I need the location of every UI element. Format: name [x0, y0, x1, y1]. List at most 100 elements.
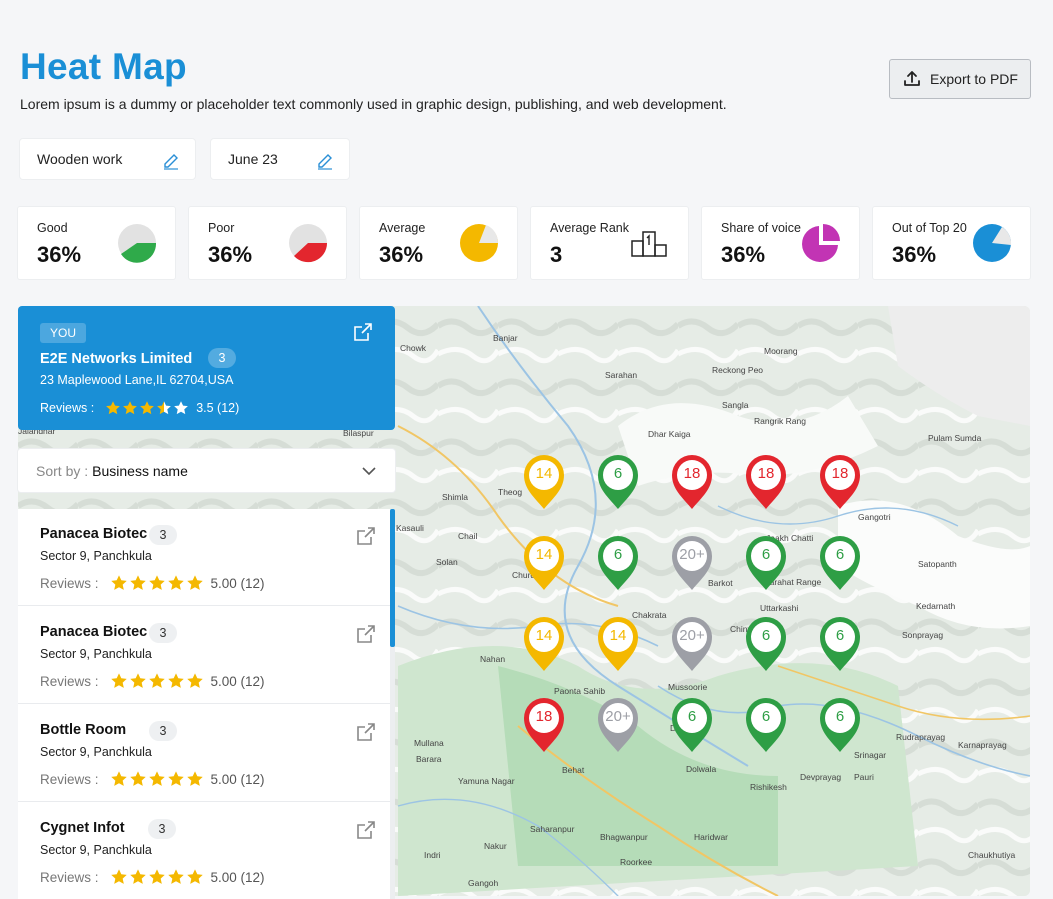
- external-link-icon[interactable]: [356, 526, 376, 546]
- rating-value: 5.00 (12): [210, 771, 265, 787]
- rank-badge: 3: [148, 819, 176, 839]
- pin-rank-label: 6: [761, 546, 771, 563]
- heat-map-pin[interactable]: 14: [522, 534, 566, 592]
- rating-value: 3.5 (12): [196, 401, 240, 415]
- category-filter[interactable]: Wooden work: [20, 139, 195, 179]
- heat-map-pin[interactable]: 6: [670, 696, 714, 754]
- svg-text:Karnaprayag: Karnaprayag: [958, 740, 1007, 750]
- reviews-row: Reviews : 3.5 (12): [40, 400, 239, 416]
- map-pin-icon: [746, 536, 786, 590]
- sort-value: Business name: [92, 462, 188, 479]
- heat-map-pin[interactable]: 6: [818, 534, 862, 592]
- map-pin-icon: [672, 698, 712, 752]
- map-pin-icon: [820, 617, 860, 671]
- pin-rank-label: 18: [535, 708, 553, 725]
- svg-text:Mussoorie: Mussoorie: [668, 682, 707, 692]
- svg-text:Dolwala: Dolwala: [686, 764, 717, 774]
- map-pin-icon: [524, 455, 564, 509]
- heat-map-pin[interactable]: 6: [744, 615, 788, 673]
- rank-badge: 3: [149, 623, 177, 643]
- edit-icon[interactable]: [315, 150, 335, 170]
- date-filter[interactable]: June 23: [211, 139, 349, 179]
- reviews-label: Reviews :: [40, 401, 95, 415]
- svg-text:Bhagwanpur: Bhagwanpur: [600, 832, 648, 842]
- pin-rank-label: 18: [831, 465, 849, 482]
- list-item[interactable]: Panacea Biotec 3 Sector 9, Panchkula Rev…: [18, 509, 390, 606]
- heat-map-pin[interactable]: 14: [522, 615, 566, 673]
- heat-map-pin[interactable]: 18: [670, 453, 714, 511]
- svg-text:Gangoh: Gangoh: [468, 878, 499, 888]
- reviews-label: Reviews :: [40, 575, 99, 591]
- export-pdf-button[interactable]: Export to PDF: [889, 59, 1031, 99]
- export-pdf-label: Export to PDF: [930, 71, 1018, 87]
- heat-map-pin[interactable]: 6: [596, 453, 640, 511]
- page-subtitle: Lorem ipsum is a dummy or placeholder te…: [20, 96, 727, 112]
- heat-map-pin[interactable]: 14: [596, 615, 640, 673]
- heat-map-pin[interactable]: 6: [744, 696, 788, 754]
- map-pin-icon: [598, 698, 638, 752]
- heat-map-pin[interactable]: 6: [596, 534, 640, 592]
- heat-map-pin[interactable]: 14: [522, 453, 566, 511]
- business-address: Sector 9, Panchkula: [40, 745, 152, 759]
- map-pin-icon: [598, 536, 638, 590]
- external-link-icon[interactable]: [356, 624, 376, 644]
- svg-text:Behat: Behat: [562, 765, 585, 775]
- edit-icon[interactable]: [161, 150, 181, 170]
- svg-text:Dhar Kaiga: Dhar Kaiga: [648, 429, 691, 439]
- external-link-icon[interactable]: [356, 722, 376, 742]
- category-filter-value: Wooden work: [37, 151, 123, 167]
- star-icon: [148, 673, 165, 688]
- star-rating: [105, 400, 189, 416]
- heat-map-pin[interactable]: 18: [744, 453, 788, 511]
- star-rating: [110, 868, 204, 886]
- business-address: Sector 9, Panchkula: [40, 549, 152, 563]
- chevron-down-icon: [362, 467, 376, 476]
- star-icon: [186, 869, 203, 884]
- svg-text:Shimla: Shimla: [442, 492, 468, 502]
- svg-text:Barara: Barara: [416, 754, 442, 764]
- scrollbar-thumb[interactable]: [390, 509, 395, 647]
- pin-rank-label: 14: [535, 546, 553, 563]
- heat-map-pin[interactable]: 6: [818, 615, 862, 673]
- svg-text:Gangotri: Gangotri: [858, 512, 891, 522]
- sort-dropdown[interactable]: Sort by : Business name: [18, 449, 395, 492]
- business-list[interactable]: Panacea Biotec 3 Sector 9, Panchkula Rev…: [18, 509, 395, 899]
- stat-value: 36%: [892, 242, 937, 267]
- external-link-icon[interactable]: [356, 820, 376, 840]
- heat-map-pin[interactable]: 6: [744, 534, 788, 592]
- stat-card-average: Average 36%: [360, 207, 517, 279]
- list-item[interactable]: Panacea Biotec 3 Sector 9, Panchkula Rev…: [18, 607, 390, 704]
- stat-card-average-rank: Average Rank 3: [531, 207, 688, 279]
- list-item[interactable]: Cygnet Infot 3 Sector 9, Panchkula Revie…: [18, 803, 390, 899]
- external-link-icon[interactable]: [353, 322, 373, 342]
- star-icon: [123, 401, 138, 415]
- stat-value: 36%: [721, 242, 766, 267]
- map-pin-icon: [746, 698, 786, 752]
- svg-text:Chowk: Chowk: [400, 343, 427, 353]
- heat-map-pin[interactable]: 20+: [670, 534, 714, 592]
- list-scrollbar[interactable]: [390, 509, 395, 899]
- heat-map-pin[interactable]: 6: [818, 696, 862, 754]
- business-address: Sector 9, Panchkula: [40, 843, 152, 857]
- star-icon: [186, 673, 203, 688]
- heat-map-pin[interactable]: 18: [818, 453, 862, 511]
- heat-map-pin[interactable]: 20+: [596, 696, 640, 754]
- heat-map-pin[interactable]: 20+: [670, 615, 714, 673]
- rank-badge: 3: [208, 348, 236, 368]
- pin-rank-label: 18: [757, 465, 775, 482]
- pin-rank-label: 20+: [605, 708, 631, 725]
- rank-badge: 3: [149, 525, 177, 545]
- star-icon: [110, 771, 127, 786]
- map-pin-icon: [746, 617, 786, 671]
- your-business-card[interactable]: YOU E2E Networks Limited 3 23 Maplewood …: [18, 306, 395, 430]
- heat-map-pin[interactable]: 18: [522, 696, 566, 754]
- map-pin-icon: [672, 536, 712, 590]
- star-icon: [167, 673, 184, 688]
- svg-text:Rishikesh: Rishikesh: [750, 782, 787, 792]
- list-item[interactable]: Bottle Room 3 Sector 9, Panchkula Review…: [18, 705, 390, 802]
- business-address: Sector 9, Panchkula: [40, 647, 152, 661]
- star-icon: [129, 771, 146, 786]
- star-icon: [110, 575, 127, 590]
- stat-label: Poor: [208, 221, 235, 235]
- star-icon: [174, 401, 189, 415]
